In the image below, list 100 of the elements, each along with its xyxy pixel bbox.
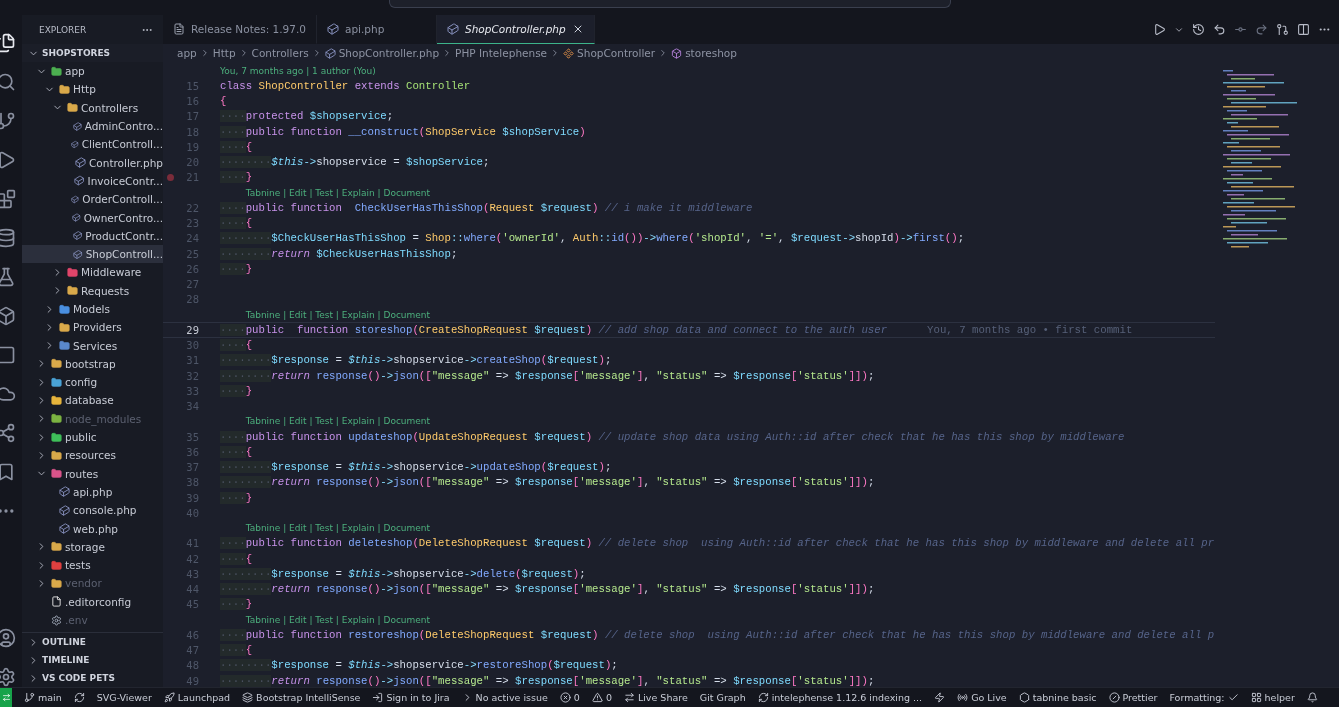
php-file-icon	[59, 504, 70, 516]
php-file-icon	[71, 193, 80, 205]
status-item[interactable]	[934, 692, 946, 703]
source-control-icon[interactable]	[0, 111, 16, 131]
breadcrumb[interactable]: storeshop	[685, 47, 737, 59]
status-item[interactable]: main	[24, 692, 62, 703]
section-header[interactable]: TIMELINE	[22, 651, 163, 669]
codelens-links[interactable]: Tabnine | Edit | Test | Explain | Document	[245, 187, 431, 198]
forward-icon[interactable]	[1255, 23, 1268, 36]
status-item[interactable]: Prettier	[1108, 692, 1158, 703]
status-item[interactable]	[73, 692, 85, 703]
tree-item[interactable]: OrderControll...	[22, 190, 163, 209]
breadcrumb[interactable]: Http	[212, 47, 236, 59]
history-icon[interactable]	[1192, 23, 1205, 36]
tree-item[interactable]: Middleware	[22, 263, 163, 282]
tree-item[interactable]: Controllers	[22, 98, 163, 117]
split-editor-icon[interactable]	[1297, 23, 1310, 36]
codelens-links[interactable]: Tabnine | Edit | Test | Explain | Document	[245, 309, 431, 320]
tree-item[interactable]: Services	[22, 336, 163, 355]
code-line: ····{	[220, 339, 253, 352]
tree-item[interactable]: InvoiceContr...	[22, 171, 163, 191]
status-item[interactable]: intelephense 1.12.6 indexing ...	[757, 692, 923, 703]
tree-item[interactable]: console.php	[22, 501, 163, 520]
section-header[interactable]: VS CODE PETS	[22, 669, 163, 687]
line-number: 41	[185, 537, 199, 550]
breadcrumb[interactable]: app	[177, 47, 197, 59]
tree-item[interactable]: OwnerContro...	[22, 208, 163, 227]
line-number: 32	[185, 369, 199, 382]
sign-in-icon	[372, 692, 384, 703]
tree-item[interactable]: Requests	[22, 281, 163, 300]
line-number: 35	[185, 430, 199, 443]
breadcrumb[interactable]: ShopController.php	[338, 47, 440, 59]
status-item[interactable]: SVG-Viewer	[96, 692, 152, 703]
tree-item[interactable]: storage	[22, 537, 163, 556]
section-header[interactable]: SHOPSTORES	[22, 44, 163, 62]
status-item[interactable]: Formatting:	[1169, 692, 1239, 703]
status-item[interactable]	[1306, 692, 1318, 703]
share-icon[interactable]	[0, 423, 16, 443]
bookmark-icon[interactable]	[0, 462, 16, 482]
breadcrumb[interactable]: Controllers	[251, 47, 309, 59]
status-item[interactable]: 0	[591, 692, 612, 703]
status-item[interactable]: Bootstrap IntelliSense	[242, 692, 361, 703]
tree-item[interactable]: tests	[22, 556, 163, 575]
tree-item[interactable]: resources	[22, 446, 163, 465]
status-item[interactable]: Sign in to Jira	[372, 692, 450, 703]
extensions-icon[interactable]	[0, 189, 16, 209]
status-item[interactable]: No active issue	[461, 692, 548, 703]
tree-item[interactable]: ProductContr...	[22, 226, 163, 245]
tree-item[interactable]: api.php	[22, 482, 163, 502]
code-line: ········return response()->json(["message" => $response['message'], "status" => $response['status']]);	[220, 583, 875, 596]
tree-item[interactable]: Http	[22, 80, 163, 99]
status-item[interactable]: Launchpad	[163, 692, 231, 703]
account-icon[interactable]	[0, 628, 16, 648]
tree-item[interactable]: routes	[22, 464, 163, 483]
status-item[interactable]: 0	[559, 692, 580, 703]
line-number: 45	[185, 598, 199, 611]
settings-icon[interactable]	[0, 667, 16, 687]
search-icon[interactable]	[0, 72, 16, 92]
status-item[interactable]: Go Live	[957, 692, 1007, 703]
line-number: 24	[185, 232, 199, 245]
status-item[interactable]: helper	[1250, 692, 1295, 703]
tree-item[interactable]: app	[22, 62, 163, 81]
tree-item[interactable]: AdminContro...	[22, 116, 163, 136]
codelens-links[interactable]: Tabnine | Edit | Test | Explain | Document	[245, 523, 431, 534]
php-file-icon	[71, 138, 79, 150]
tree-item[interactable]: ClientControll...	[22, 135, 163, 154]
flask-icon[interactable]	[0, 267, 16, 287]
codelens-links[interactable]: You, 7 months ago | 1 author (You)	[220, 65, 376, 76]
database-icon[interactable]	[0, 228, 16, 248]
git-icon[interactable]	[1276, 23, 1289, 36]
tree-item[interactable]: Models	[22, 299, 163, 319]
tree-item[interactable]: public	[22, 427, 163, 447]
tree-item[interactable]: web.php	[22, 519, 163, 538]
files-icon[interactable]	[0, 33, 16, 53]
tree-item[interactable]: config	[22, 373, 163, 392]
tree-item[interactable]: database	[22, 391, 163, 410]
php-file-icon	[446, 23, 459, 35]
breadcrumb[interactable]: ShopController	[577, 47, 656, 59]
back-icon[interactable]	[1213, 23, 1226, 36]
status-item[interactable]: tabnine basic	[1018, 692, 1097, 703]
editor-tab[interactable]: ShopController.php	[436, 15, 595, 44]
codelens-links[interactable]: Tabnine | Edit | Test | Explain | Document	[245, 614, 431, 625]
cube-icon[interactable]	[0, 306, 16, 326]
cloud-icon[interactable]	[0, 384, 16, 404]
gear-icon	[51, 614, 62, 626]
run-icon[interactable]	[0, 150, 16, 170]
breadcrumb[interactable]: PHP Intelephense	[455, 47, 548, 59]
run-icon[interactable]	[1153, 23, 1166, 36]
section-header[interactable]: OUTLINE	[22, 633, 163, 651]
code-line: ····}	[220, 262, 253, 275]
tree-item[interactable]: Controller.php	[22, 153, 163, 172]
php-file-icon	[324, 47, 336, 59]
tree-item[interactable]: Providers	[22, 318, 163, 337]
tree-item[interactable]: ShopControll...	[22, 244, 163, 264]
status-item[interactable]: Git Graph	[699, 692, 746, 703]
php-file-icon	[75, 157, 86, 169]
status-item[interactable]: Live Share	[623, 692, 688, 703]
tree-item[interactable]: bootstrap	[22, 354, 163, 374]
codelens-links[interactable]: Tabnine | Edit | Test | Explain | Document	[245, 416, 431, 427]
tree-item[interactable]: .editorconfig	[22, 592, 163, 611]
